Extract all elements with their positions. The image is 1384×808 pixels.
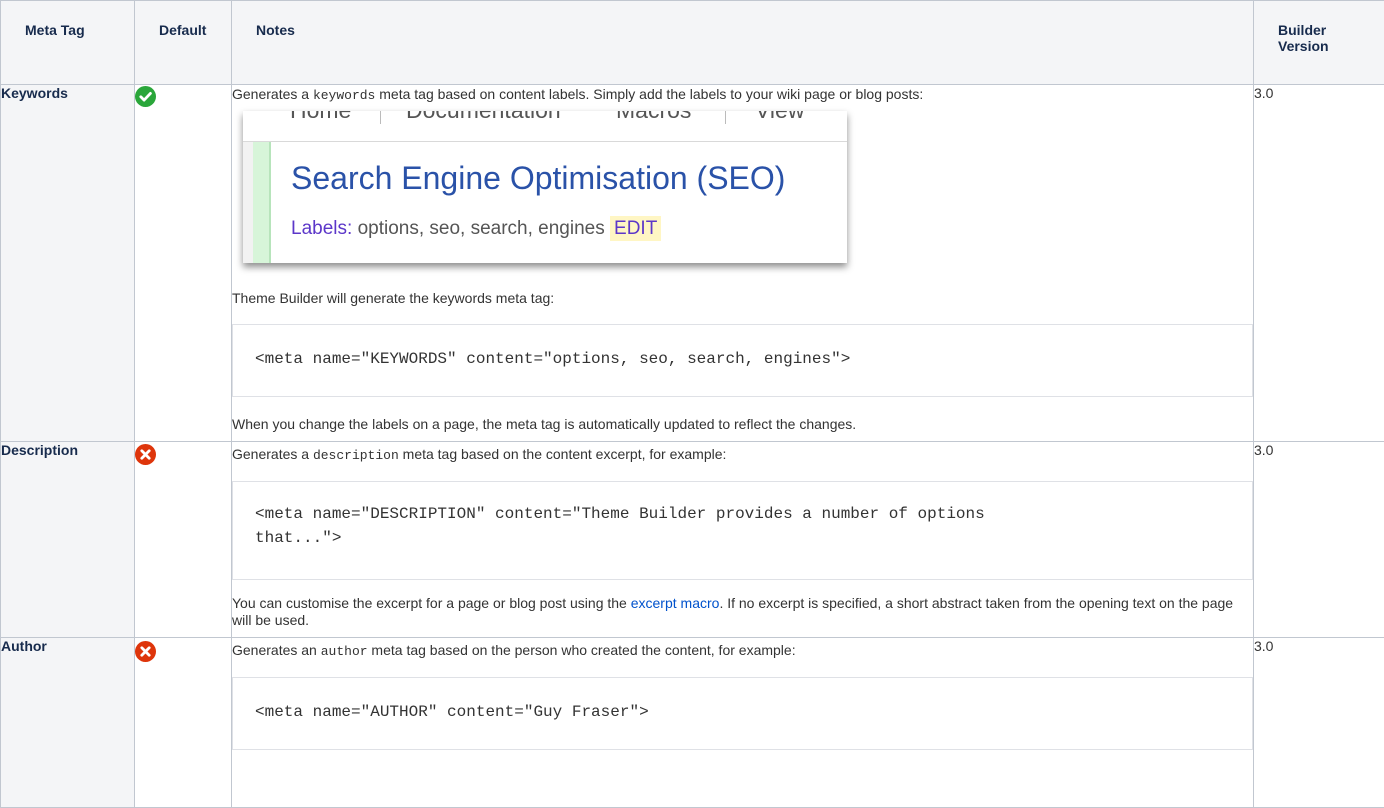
notes-cell: Generates a keywords meta tag based on c… [232, 85, 1254, 442]
notes-intro-prefix: Generates a [232, 86, 313, 102]
menu-view: View [755, 111, 804, 119]
inline-code: author [321, 644, 368, 659]
code-line-2: that..."> [255, 526, 1232, 550]
x-circle-icon [135, 444, 156, 465]
default-cell [135, 638, 232, 808]
header-meta-tag: Meta Tag [1, 1, 135, 85]
code-line-1: <meta name="DESCRIPTION" content="Theme … [255, 502, 1232, 526]
code-block: <meta name="AUTHOR" content="Guy Fraser"… [232, 677, 1253, 750]
meta-tag-cell: Description [1, 442, 135, 638]
notes-footer-prefix: You can customise the excerpt for a page… [232, 595, 631, 611]
check-circle-icon [135, 86, 156, 107]
notes-intro-prefix: Generates a [232, 446, 313, 462]
code-text: <meta name="KEYWORDS" content="options, … [255, 350, 850, 368]
notes-intro-suffix: meta tag based on the person who created… [368, 642, 796, 658]
table-header-row: Meta Tag Default Notes Builder Version [1, 1, 1384, 85]
notes-intro-prefix: Generates an [232, 642, 321, 658]
table-row-author: Author Generates an author meta tag base… [1, 638, 1384, 808]
code-text: <meta name="AUTHOR" content="Guy Fraser"… [255, 703, 649, 721]
menu-macros: Macros [616, 111, 691, 119]
meta-tags-table: Meta Tag Default Notes Builder Version K… [0, 0, 1384, 808]
table-row-keywords: Keywords Generates a keywords meta tag b… [1, 85, 1384, 442]
notes-intro-suffix: meta tag based on content labels. Simply… [375, 86, 923, 102]
code-block: <meta name="KEYWORDS" content="options, … [232, 324, 1253, 397]
page-tree-bar [253, 142, 271, 263]
notes-after-shot: Theme Builder will generate the keywords… [232, 290, 1253, 307]
notes-cell: Generates an author meta tag based on th… [232, 638, 1254, 808]
seo-labels-screenshot: Home Documentation Macros View Search En… [243, 111, 847, 263]
default-cell [135, 442, 232, 638]
header-default: Default [135, 1, 232, 85]
version-cell: 3.0 [1254, 442, 1384, 638]
version-cell: 3.0 [1254, 85, 1384, 442]
default-cell [135, 85, 232, 442]
screenshot-labels: Labels: options, seo, search, engines ED… [291, 220, 661, 237]
x-circle-icon [135, 641, 156, 662]
table-row-description: Description Generates a description meta… [1, 442, 1384, 638]
header-notes: Notes [232, 1, 1254, 85]
notes-cell: Generates a description meta tag based o… [232, 442, 1254, 638]
labels-values: options, seo, search, engines [358, 218, 605, 239]
code-block: <meta name="DESCRIPTION" content="Theme … [232, 481, 1253, 580]
labels-key: Labels: [291, 218, 352, 239]
labels-edit: EDIT [610, 216, 661, 241]
notes-footer: When you change the labels on a page, th… [232, 416, 1253, 433]
notes-intro-suffix: meta tag based on the content excerpt, f… [399, 446, 727, 462]
meta-tag-cell: Keywords [1, 85, 135, 442]
screenshot-page-title: Search Engine Optimisation (SEO) [291, 170, 785, 187]
inline-code: description [313, 448, 399, 463]
version-cell: 3.0 [1254, 638, 1384, 808]
excerpt-macro-link[interactable]: excerpt macro [631, 595, 720, 611]
inline-code: keywords [313, 88, 375, 103]
screenshot-menu: Home Documentation Macros View [243, 111, 847, 132]
meta-tag-cell: Author [1, 638, 135, 808]
menu-home: Home [290, 111, 351, 119]
header-builder-version: Builder Version [1254, 1, 1384, 85]
menu-documentation: Documentation [406, 111, 561, 119]
